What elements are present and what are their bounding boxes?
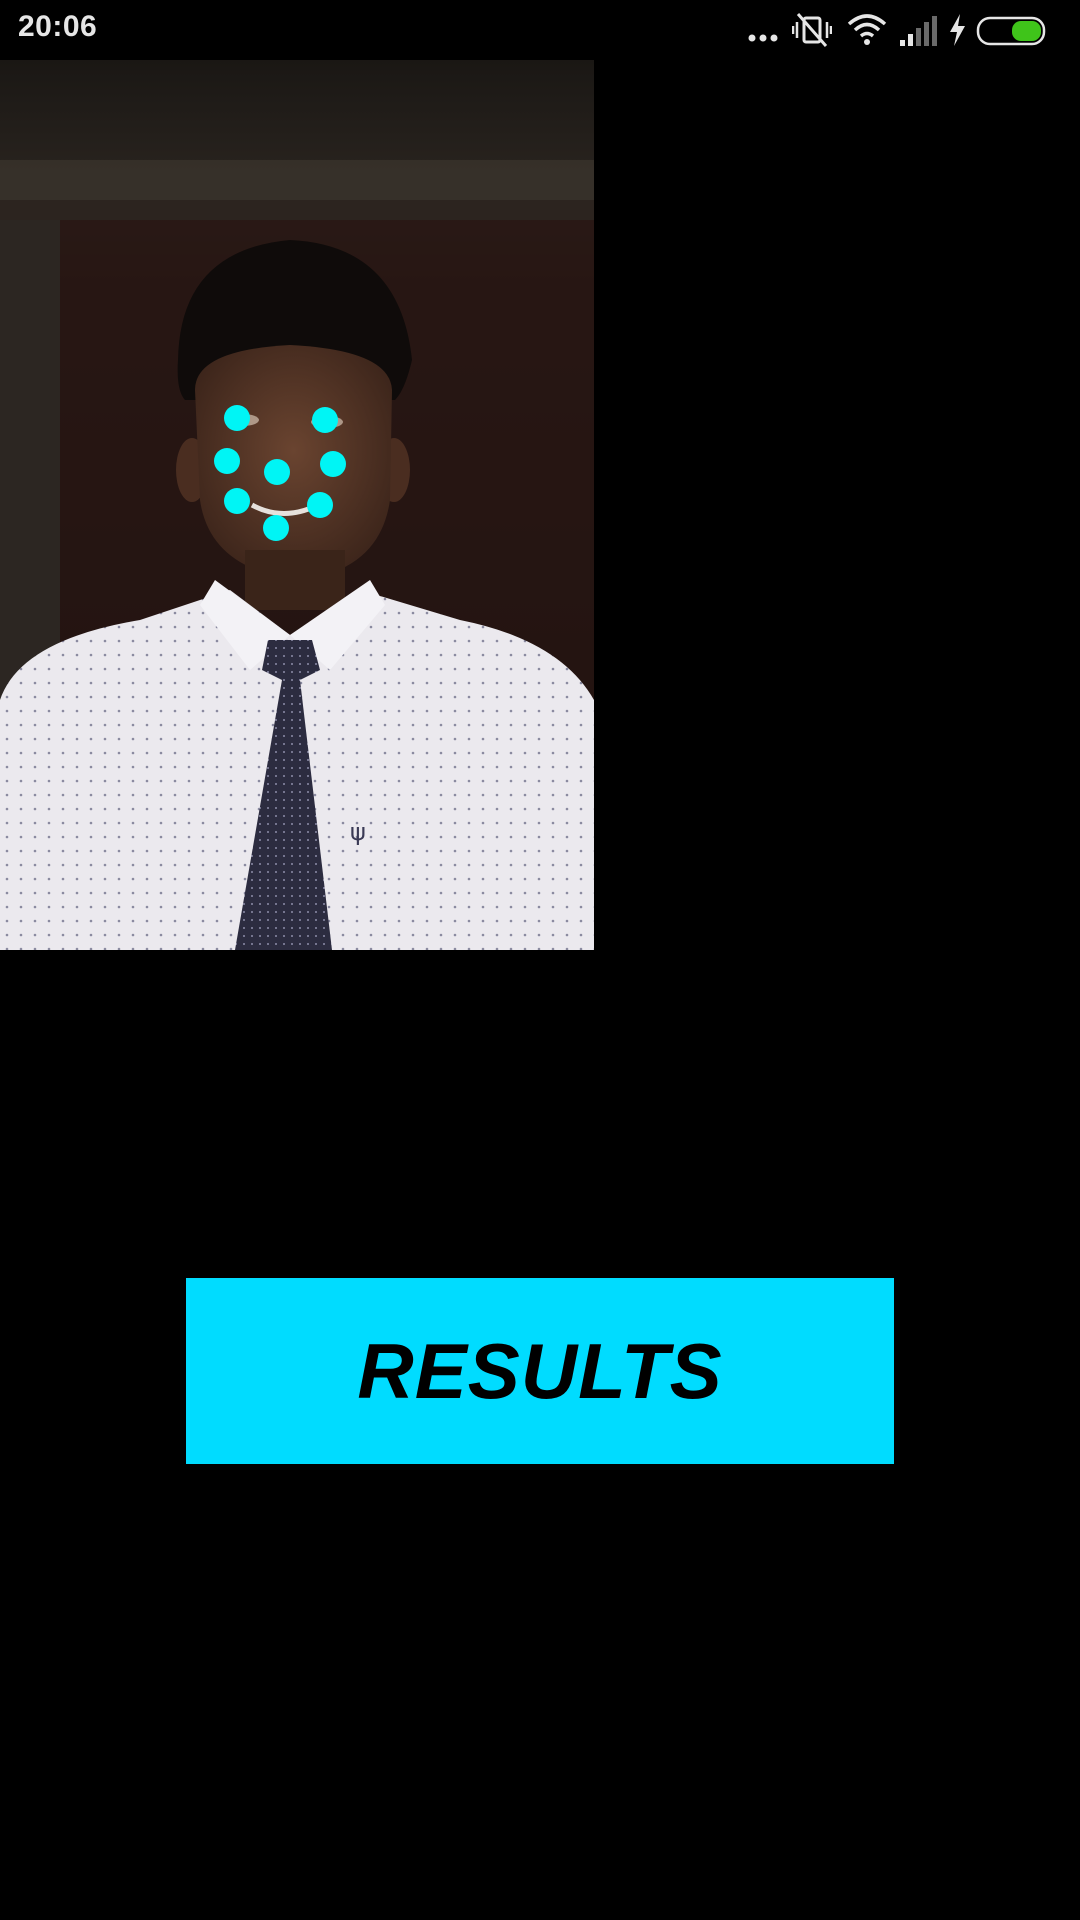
results-button-label: RESULTS	[357, 1326, 723, 1415]
vibrate-off-icon	[792, 13, 832, 47]
landmark-point	[263, 515, 289, 541]
status-time: 20:06	[18, 10, 98, 43]
more-dots-icon	[748, 34, 778, 42]
svg-text:ψ: ψ	[350, 818, 366, 846]
face-photo: ψ	[0, 60, 594, 950]
status-bar: 20:06	[0, 0, 1080, 60]
landmark-point	[214, 448, 240, 474]
landmark-point	[307, 492, 333, 518]
signal-icon	[900, 16, 937, 46]
status-icons	[746, 10, 1066, 50]
landmark-point	[312, 407, 338, 433]
landmark-point	[224, 488, 250, 514]
landmark-point	[264, 459, 290, 485]
landmark-point	[320, 451, 346, 477]
wifi-icon	[847, 14, 887, 45]
portrait-image: ψ	[0, 60, 594, 950]
battery-icon	[976, 16, 1046, 46]
results-button[interactable]: RESULTS	[186, 1278, 894, 1464]
charging-icon	[950, 14, 965, 46]
landmark-point	[224, 405, 250, 431]
